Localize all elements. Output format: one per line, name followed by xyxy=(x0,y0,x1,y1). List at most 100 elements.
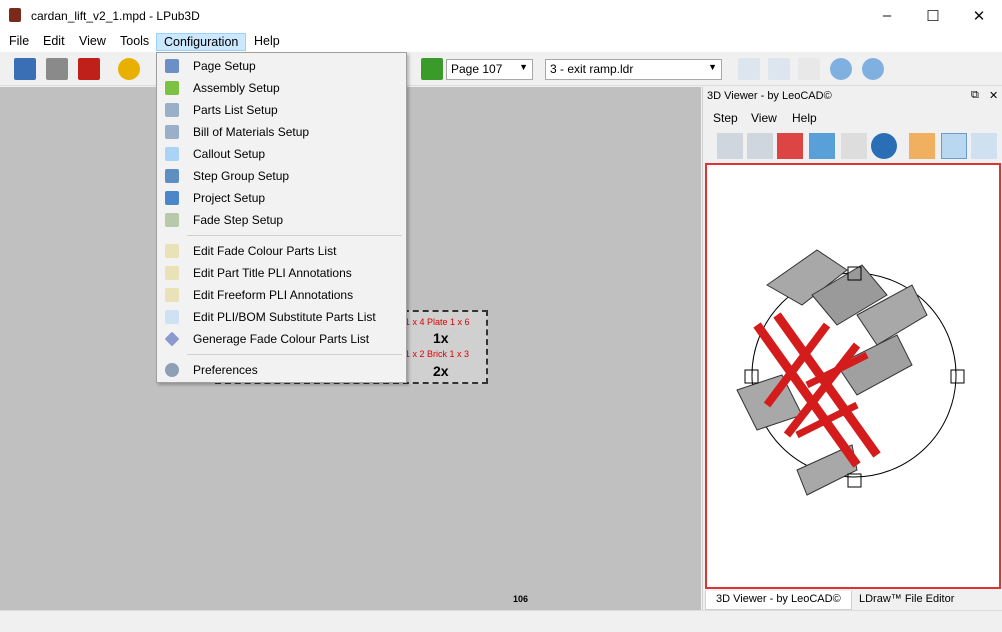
menu-item-label: Bill of Materials Setup xyxy=(193,125,310,139)
menu-item-label: Callout Setup xyxy=(193,147,266,161)
title-bar: cardan_lift_v2_1.mpd - LPub3D – ☐ ✕ xyxy=(0,0,1002,31)
edit-icon xyxy=(165,244,179,258)
menu-configuration[interactable]: Configuration xyxy=(156,33,247,51)
menu-item-label: Preferences xyxy=(193,363,258,377)
view-icon-3[interactable] xyxy=(798,58,820,80)
redo-icon[interactable] xyxy=(747,133,773,159)
pli-qty-1: 1x xyxy=(433,330,449,346)
gear-icon xyxy=(165,363,179,377)
viewer-menu-help[interactable]: Help xyxy=(792,111,817,125)
zoom-in-icon[interactable] xyxy=(830,58,852,80)
menu-separator xyxy=(187,235,402,236)
minimize-button[interactable]: – xyxy=(864,0,910,31)
menu-item-label: Parts List Setup xyxy=(193,103,278,117)
3d-viewer-panel: 3D Viewer - by LeoCAD© ⧉ ✕ Step View Hel… xyxy=(702,87,1002,610)
viewer-title: 3D Viewer - by LeoCAD© xyxy=(707,90,832,102)
menu-item-label: Page Setup xyxy=(193,59,256,73)
menu-edit[interactable]: Edit xyxy=(36,33,72,51)
status-bar xyxy=(0,610,1002,632)
open-icon[interactable] xyxy=(14,58,36,80)
menu-item-edit-substitute[interactable]: Edit PLI/BOM Substitute Parts List xyxy=(158,306,405,328)
menu-item-edit-fade-colour[interactable]: Edit Fade Colour Parts List xyxy=(158,240,405,262)
tab-ldraw-editor[interactable]: LDraw™ File Editor xyxy=(849,591,964,610)
window-title: cardan_lift_v2_1.mpd - LPub3D xyxy=(31,9,200,23)
page-setup-icon xyxy=(165,59,179,73)
maximize-button[interactable]: ☐ xyxy=(910,0,956,31)
menu-item-fade-step-setup[interactable]: Fade Step Setup xyxy=(158,209,405,231)
menu-item-label: Assembly Setup xyxy=(193,81,280,95)
menu-item-label: Edit PLI/BOM Substitute Parts List xyxy=(193,310,376,324)
menu-item-label: Step Group Setup xyxy=(193,169,290,183)
step-group-icon xyxy=(165,169,179,183)
tab-3d-viewer[interactable]: 3D Viewer - by LeoCAD© xyxy=(705,591,852,610)
menu-item-edit-part-title[interactable]: Edit Part Title PLI Annotations xyxy=(158,262,405,284)
menu-item-preferences[interactable]: Preferences xyxy=(158,359,405,381)
chevron-down-icon: ▼ xyxy=(708,62,717,72)
menu-separator xyxy=(187,354,402,355)
next-page-icon[interactable] xyxy=(421,58,443,80)
menu-item-parts-list-setup[interactable]: Parts List Setup xyxy=(158,99,405,121)
edit-icon xyxy=(165,266,179,280)
menu-help[interactable]: Help xyxy=(247,33,287,51)
close-icon[interactable]: ✕ xyxy=(989,89,998,102)
page-combo[interactable]: Page 107 ▼ xyxy=(446,59,533,80)
menu-item-label: Edit Part Title PLI Annotations xyxy=(193,266,352,280)
menu-item-label: Project Setup xyxy=(193,191,266,205)
model-render xyxy=(736,249,965,496)
undo-icon[interactable] xyxy=(118,58,140,80)
submodel-combo[interactable]: 3 - exit ramp.ldr ▼ xyxy=(545,59,722,80)
rotate-view-icon[interactable] xyxy=(941,133,967,159)
menu-item-bom-setup[interactable]: Bill of Materials Setup xyxy=(158,121,405,143)
pli-qty-2: 2x xyxy=(433,363,449,379)
pan-icon[interactable] xyxy=(909,133,935,159)
zoom-out-icon[interactable] xyxy=(862,58,884,80)
viewer-menu-view[interactable]: View xyxy=(751,111,777,125)
page-number: 106 xyxy=(513,594,529,604)
close-button[interactable]: ✕ xyxy=(956,0,1002,31)
project-icon xyxy=(165,191,179,205)
menu-item-label: Edit Fade Colour Parts List xyxy=(193,244,337,258)
view-icon-2[interactable] xyxy=(768,58,790,80)
undo-icon[interactable] xyxy=(717,133,743,159)
menu-bar: File Edit View Tools Configuration Help xyxy=(0,31,1002,52)
rotate-icon[interactable] xyxy=(871,133,897,159)
menu-item-edit-freeform[interactable]: Edit Freeform PLI Annotations xyxy=(158,284,405,306)
configuration-menu: Page Setup Assembly Setup Parts List Set… xyxy=(156,52,407,383)
menu-tools[interactable]: Tools xyxy=(113,33,156,51)
viewer-canvas[interactable] xyxy=(705,163,1001,589)
float-icon[interactable]: ⧉ xyxy=(971,89,979,102)
submodel-combo-value: 3 - exit ramp.ldr xyxy=(550,62,634,76)
menu-item-callout-setup[interactable]: Callout Setup xyxy=(158,143,405,165)
view-icon-1[interactable] xyxy=(738,58,760,80)
diamond-icon xyxy=(164,331,180,347)
assembly-icon xyxy=(165,81,179,95)
edit-icon xyxy=(165,310,179,324)
menu-item-label: Fade Step Setup xyxy=(193,213,284,227)
app-icon xyxy=(9,8,21,22)
edit-icon xyxy=(165,288,179,302)
save-icon[interactable] xyxy=(46,58,68,80)
bom-icon xyxy=(165,125,179,139)
page-combo-value: Page 107 xyxy=(451,62,503,76)
insert-icon[interactable] xyxy=(809,133,835,159)
zoom-extents-icon[interactable] xyxy=(971,133,997,159)
menu-item-page-setup[interactable]: Page Setup xyxy=(158,55,405,77)
select-icon[interactable] xyxy=(841,133,867,159)
pli-part-label-2: 1 x 2 Brick 1 x 3 xyxy=(405,349,470,359)
menu-item-assembly-setup[interactable]: Assembly Setup xyxy=(158,77,405,99)
callout-icon xyxy=(165,147,179,161)
chevron-down-icon: ▼ xyxy=(519,62,528,72)
menu-item-label: Generage Fade Colour Parts List xyxy=(193,332,370,346)
menu-item-step-group-setup[interactable]: Step Group Setup xyxy=(158,165,405,187)
menu-view[interactable]: View xyxy=(72,33,113,51)
menu-item-project-setup[interactable]: Project Setup xyxy=(158,187,405,209)
viewer-menu-step[interactable]: Step xyxy=(713,111,738,125)
menu-item-generate-fade[interactable]: Generage Fade Colour Parts List xyxy=(158,328,405,350)
snap-icon[interactable] xyxy=(777,133,803,159)
pli-part-label-1: 1 x 4 Plate 1 x 6 xyxy=(405,317,470,327)
menu-item-label: Edit Freeform PLI Annotations xyxy=(193,288,354,302)
export-pdf-icon[interactable] xyxy=(78,58,100,80)
menu-file[interactable]: File xyxy=(2,33,36,51)
parts-list-icon xyxy=(165,103,179,117)
fade-step-icon xyxy=(165,213,179,227)
